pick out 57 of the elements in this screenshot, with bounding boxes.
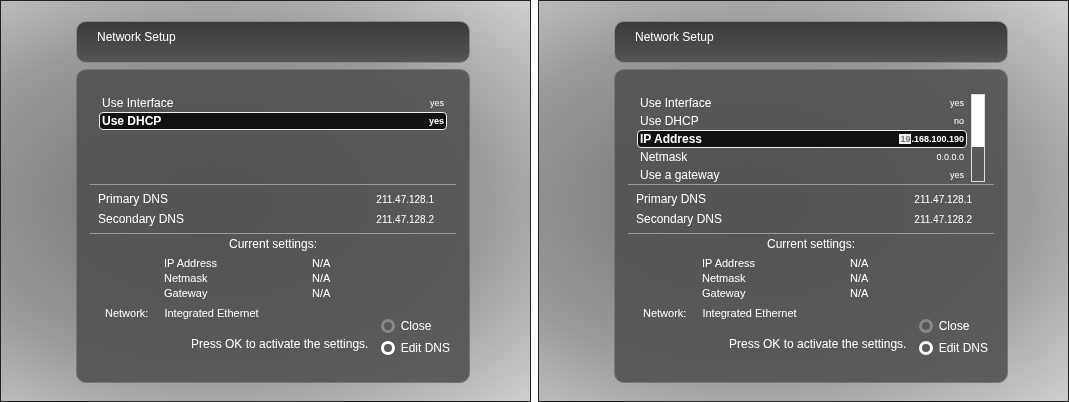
info-label: IP Address	[702, 257, 756, 269]
info-value: N/A	[850, 272, 870, 284]
setting-row[interactable]: Use DHCP no	[637, 112, 967, 130]
setting-value: yes	[430, 98, 444, 108]
option-button[interactable]: Close	[380, 319, 450, 333]
info-label: Gateway	[702, 287, 747, 299]
setting-row[interactable]: Use Interface yes	[99, 94, 447, 112]
setting-row[interactable]: IP Address 19.168.100.190	[637, 130, 967, 148]
network-value: Integrated Ethernet	[702, 307, 797, 319]
setting-value: yes	[950, 98, 964, 108]
setting-value: yes	[950, 170, 964, 180]
hint-text: Press OK to activate the settings.	[728, 337, 907, 351]
network-label: Network:	[105, 307, 149, 319]
info-value: N/A	[850, 257, 870, 269]
dns-value: 211.47.128.1	[376, 193, 434, 205]
setting-row[interactable]: Use Interface yes	[637, 94, 967, 112]
setting-label: Use DHCP	[640, 114, 699, 128]
info-value: N/A	[850, 287, 870, 299]
setting-label: Netmask	[640, 150, 688, 164]
screen-title: Network Setup	[97, 30, 176, 44]
info-value: N/A	[312, 272, 332, 284]
info-label: Gateway	[164, 287, 209, 299]
dns-label: Secondary DNS	[636, 212, 723, 226]
network-label: Network:	[643, 307, 687, 319]
hint-text: Press OK to activate the settings.	[190, 337, 369, 351]
option-button[interactable]: Close	[918, 319, 988, 333]
section-heading: Current settings:	[766, 237, 855, 251]
setting-value: no	[954, 116, 964, 126]
info-label: IP Address	[164, 257, 218, 269]
cursor-digits: 19	[899, 134, 912, 144]
setting-row[interactable]: Netmask 0.0.0.0	[637, 148, 967, 166]
network-value: Integrated Ethernet	[164, 307, 259, 319]
setting-value: yes	[428, 116, 444, 126]
setting-label: IP Address	[640, 132, 703, 146]
scrollbar-thumb	[972, 95, 984, 147]
dns-label: Primary DNS	[636, 192, 706, 206]
setting-value: .168.100.190	[911, 134, 964, 144]
dns-value: 211.47.128.1	[914, 193, 972, 205]
dns-label: Primary DNS	[98, 192, 168, 206]
option-button[interactable]: Edit DNS	[380, 341, 450, 355]
dns-value: 211.47.128.2	[914, 213, 972, 225]
setting-label: Use DHCP	[102, 114, 162, 128]
option-button[interactable]: Edit DNS	[918, 341, 988, 355]
info-value: N/A	[312, 287, 332, 299]
dns-value: 211.47.128.2	[376, 213, 434, 225]
setting-label: Use Interface	[102, 96, 174, 110]
section-heading: Current settings:	[228, 237, 317, 251]
info-label: Netmask	[702, 272, 747, 284]
setting-value: 0.0.0.0	[936, 152, 964, 162]
dns-label: Secondary DNS	[98, 212, 185, 226]
setting-label: Use a gateway	[640, 168, 720, 182]
info-value: N/A	[312, 257, 332, 269]
setting-row[interactable]: Use a gateway yes	[637, 166, 967, 184]
setting-label: Use Interface	[640, 96, 712, 110]
setting-row[interactable]: Use DHCP yes	[99, 112, 447, 130]
info-label: Netmask	[164, 272, 209, 284]
screen-title: Network Setup	[635, 30, 714, 44]
